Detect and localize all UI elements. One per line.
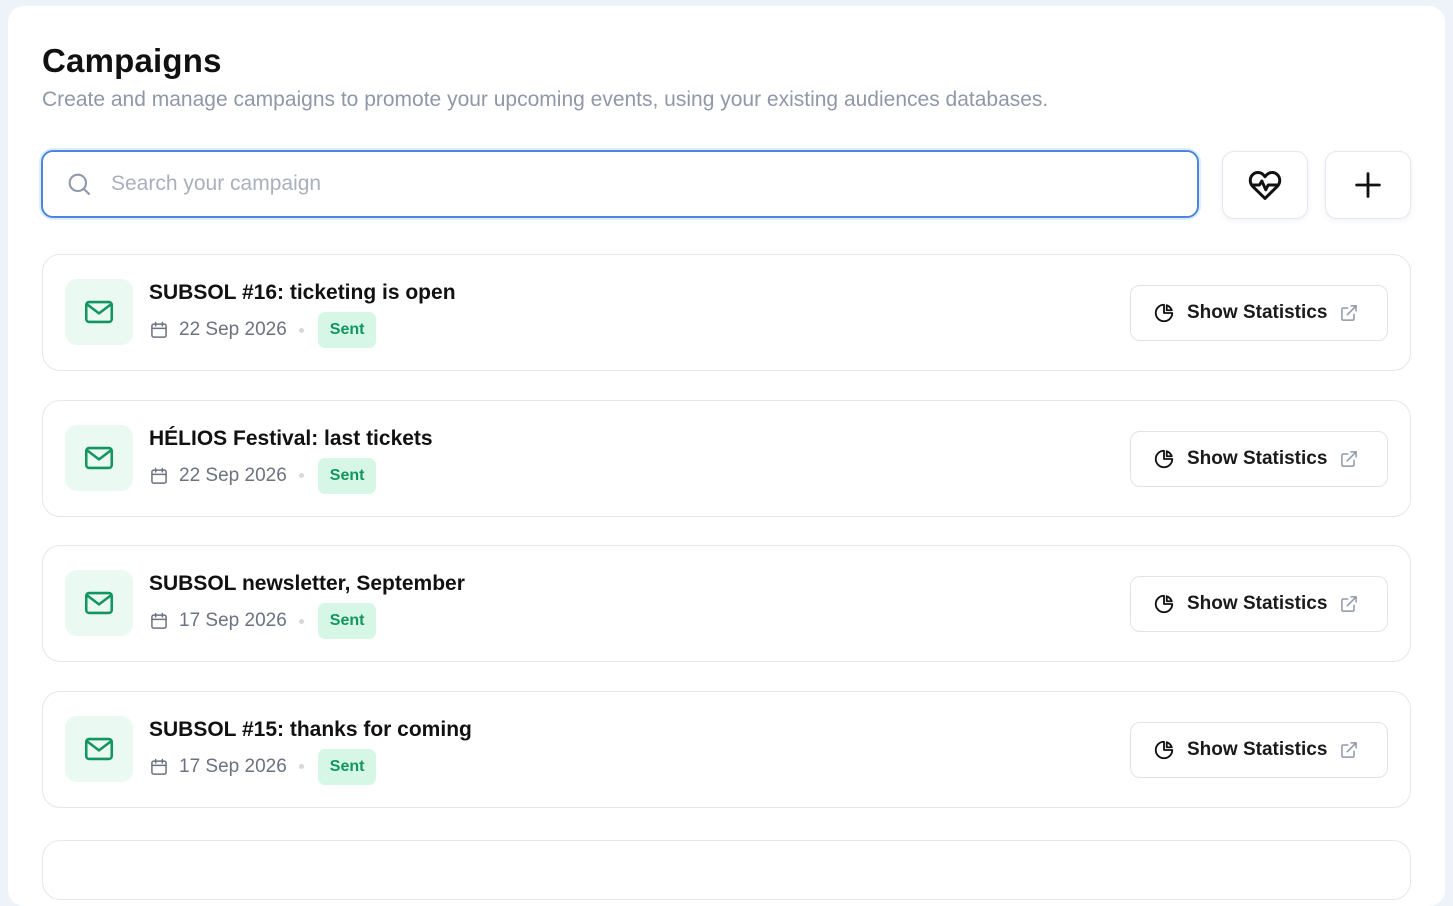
calendar-icon [149,757,169,777]
campaign-list: SUBSOL #16: ticketing is open 22 Sep 202… [42,254,1411,836]
external-link-icon [1339,449,1359,469]
status-badge: Sent [317,748,377,785]
campaign-card[interactable]: SUBSOL newsletter, September 17 Sep 2026… [42,545,1411,662]
campaign-card-partial[interactable] [42,840,1411,900]
status-badge: Sent [317,457,377,494]
mail-icon [82,295,116,329]
mail-icon-tile [65,715,133,782]
show-statistics-button[interactable]: Show Statistics [1130,576,1388,632]
calendar-icon [149,466,169,486]
campaigns-panel: Campaigns Create and manage campaigns to… [8,6,1445,906]
separator-dot [298,764,304,769]
campaign-title: HÉLIOS Festival: last tickets [149,426,433,450]
calendar-icon [149,611,169,631]
search-box[interactable] [41,150,1199,218]
show-statistics-label: Show Statistics [1187,738,1328,760]
separator-dot [298,618,304,624]
mail-icon [82,732,116,766]
status-badge: Sent [317,312,377,348]
show-statistics-button[interactable]: Show Statistics [1130,721,1388,778]
campaign-date: 22 Sep 2026 [179,464,287,486]
campaign-card[interactable]: SUBSOL #15: thanks for coming 17 Sep 202… [42,690,1411,808]
external-link-icon [1339,740,1359,760]
search-input[interactable] [109,171,1197,197]
status-badge: Sent [317,603,377,639]
show-statistics-label: Show Statistics [1187,593,1328,614]
heart-pulse-icon [1246,166,1284,204]
campaign-title: SUBSOL newsletter, September [149,572,465,595]
separator-dot [298,327,304,333]
campaign-meta: 17 Sep 2026 Sent [149,603,377,639]
plus-icon [1351,168,1385,202]
campaign-card[interactable]: SUBSOL #16: ticketing is open 22 Sep 202… [42,254,1411,371]
show-statistics-label: Show Statistics [1187,302,1328,323]
external-link-icon [1339,303,1359,323]
search-icon [65,170,93,198]
mail-icon-tile [65,424,133,491]
campaign-title: SUBSOL #15: thanks for coming [149,717,472,741]
calendar-icon [149,320,169,340]
campaign-meta: 17 Sep 2026 Sent [149,748,377,785]
mail-icon-tile [65,570,133,636]
pie-chart-icon [1153,302,1175,324]
campaign-meta: 22 Sep 2026 Sent [149,312,377,348]
mail-icon [82,586,116,620]
campaign-date: 17 Sep 2026 [179,610,287,631]
mail-icon [82,441,116,475]
show-statistics-button[interactable]: Show Statistics [1130,285,1388,341]
mail-icon-tile [65,279,133,345]
health-check-button[interactable] [1222,151,1308,219]
campaign-title: SUBSOL #16: ticketing is open [149,281,456,304]
page-subtitle: Create and manage campaigns to promote y… [42,88,1049,111]
campaign-date: 17 Sep 2026 [179,755,287,777]
show-statistics-label: Show Statistics [1187,447,1328,469]
external-link-icon [1339,594,1359,614]
campaign-date: 22 Sep 2026 [179,319,287,340]
separator-dot [298,473,304,478]
show-statistics-button[interactable]: Show Statistics [1130,430,1388,487]
campaign-meta: 22 Sep 2026 Sent [149,457,377,494]
pie-chart-icon [1153,739,1175,761]
pie-chart-icon [1153,448,1175,470]
pie-chart-icon [1153,593,1175,615]
page-title: Campaigns [42,42,222,79]
add-campaign-button[interactable] [1325,151,1411,219]
campaign-card[interactable]: HÉLIOS Festival: last tickets 22 Sep 202… [42,399,1411,517]
